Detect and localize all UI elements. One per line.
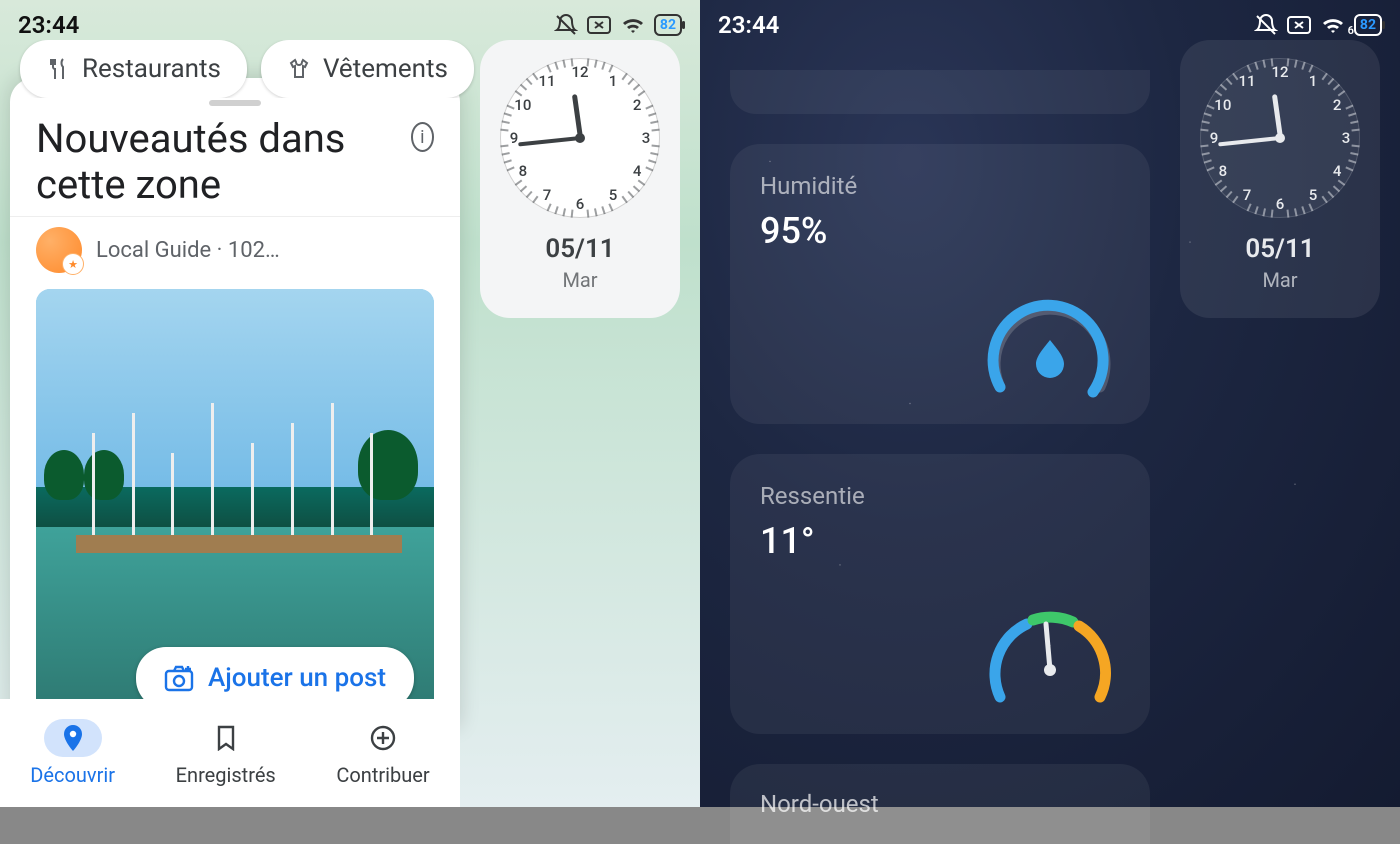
- nav-enregistres[interactable]: Enregistrés: [176, 719, 276, 787]
- clock-face: 123456789101112: [1200, 58, 1360, 218]
- nav-decouvrir[interactable]: Découvrir: [30, 719, 115, 787]
- clock-widget-right[interactable]: 123456789101112 05/11 Mar: [1180, 40, 1380, 318]
- bottom-nav: Découvrir Enregistrés Contribuer: [0, 699, 460, 807]
- clock-date: 05/11: [1198, 234, 1362, 264]
- weather-cards: Humidité 95% Ressentie 11°: [730, 70, 1150, 844]
- left-screenshot: 23:44 82 Restaurants Vêtements: [0, 0, 700, 807]
- mute-icon: [554, 13, 578, 37]
- feels-value: 11°: [760, 520, 1120, 562]
- nav-label: Contribuer: [336, 763, 429, 787]
- card-stub: [730, 70, 1150, 114]
- clock-day: Mar: [1198, 268, 1362, 292]
- chip-label: Vêtements: [323, 54, 448, 84]
- wind-card[interactable]: Nord-ouest: [730, 764, 1150, 844]
- battery-indicator: 82: [654, 14, 682, 36]
- tshirt-icon: [287, 57, 311, 81]
- nav-label: Découvrir: [30, 763, 115, 787]
- author-text: Local Guide · 102…: [96, 238, 280, 263]
- battery-indicator: 82: [1354, 14, 1382, 36]
- nav-label: Enregistrés: [176, 763, 276, 787]
- info-icon[interactable]: i: [411, 122, 434, 152]
- fork-knife-icon: [46, 57, 70, 81]
- clock-date: 05/11: [498, 234, 662, 264]
- wifi-icon: [620, 15, 646, 35]
- mute-icon: [1254, 13, 1278, 37]
- wifi-icon: 6: [1320, 15, 1346, 35]
- nav-contribuer[interactable]: Contribuer: [336, 719, 429, 787]
- status-icons-left: 82: [554, 13, 682, 37]
- humidity-label: Humidité: [760, 172, 1120, 200]
- feels-label: Ressentie: [760, 482, 1120, 510]
- clock-day: Mar: [498, 268, 662, 292]
- status-icons-right: 6 82: [1254, 13, 1382, 37]
- bookmark-icon: [216, 725, 236, 751]
- avatar: [36, 227, 82, 273]
- wifi-label: 6: [1348, 24, 1354, 37]
- clock-face: 123456789101112: [500, 58, 660, 218]
- sheet-title: Nouveautés dans cette zone: [36, 116, 411, 208]
- clock-widget-left[interactable]: 123456789101112 05/11 Mar: [480, 40, 680, 318]
- post-photo[interactable]: Ajouter un post: [36, 289, 434, 729]
- post-author[interactable]: Local Guide · 102…: [10, 217, 460, 279]
- sheet-handle[interactable]: [209, 100, 261, 106]
- statusbar-left: 23:44 82: [0, 0, 700, 50]
- add-post-label: Ajouter un post: [208, 663, 386, 693]
- discover-sheet[interactable]: Nouveautés dans cette zone i Local Guide…: [10, 78, 460, 729]
- humidity-value: 95%: [760, 210, 1120, 252]
- status-time: 23:44: [18, 11, 79, 39]
- right-screenshot: 23:44 6 82 Humidité 95%: [700, 0, 1400, 807]
- statusbar-right: 23:44 6 82: [700, 0, 1400, 50]
- humidity-gauge: [980, 292, 1120, 402]
- camera-plus-icon: [164, 664, 194, 692]
- humidity-card[interactable]: Humidité 95%: [730, 144, 1150, 424]
- status-time: 23:44: [718, 11, 779, 39]
- pin-icon: [62, 725, 84, 751]
- feels-like-card[interactable]: Ressentie 11°: [730, 454, 1150, 734]
- card-x-icon: [1286, 15, 1312, 35]
- chip-label: Restaurants: [82, 54, 221, 84]
- card-x-icon: [586, 15, 612, 35]
- wind-label: Nord-ouest: [760, 790, 879, 818]
- feels-gauge: [980, 602, 1120, 712]
- plus-circle-icon: [370, 725, 396, 751]
